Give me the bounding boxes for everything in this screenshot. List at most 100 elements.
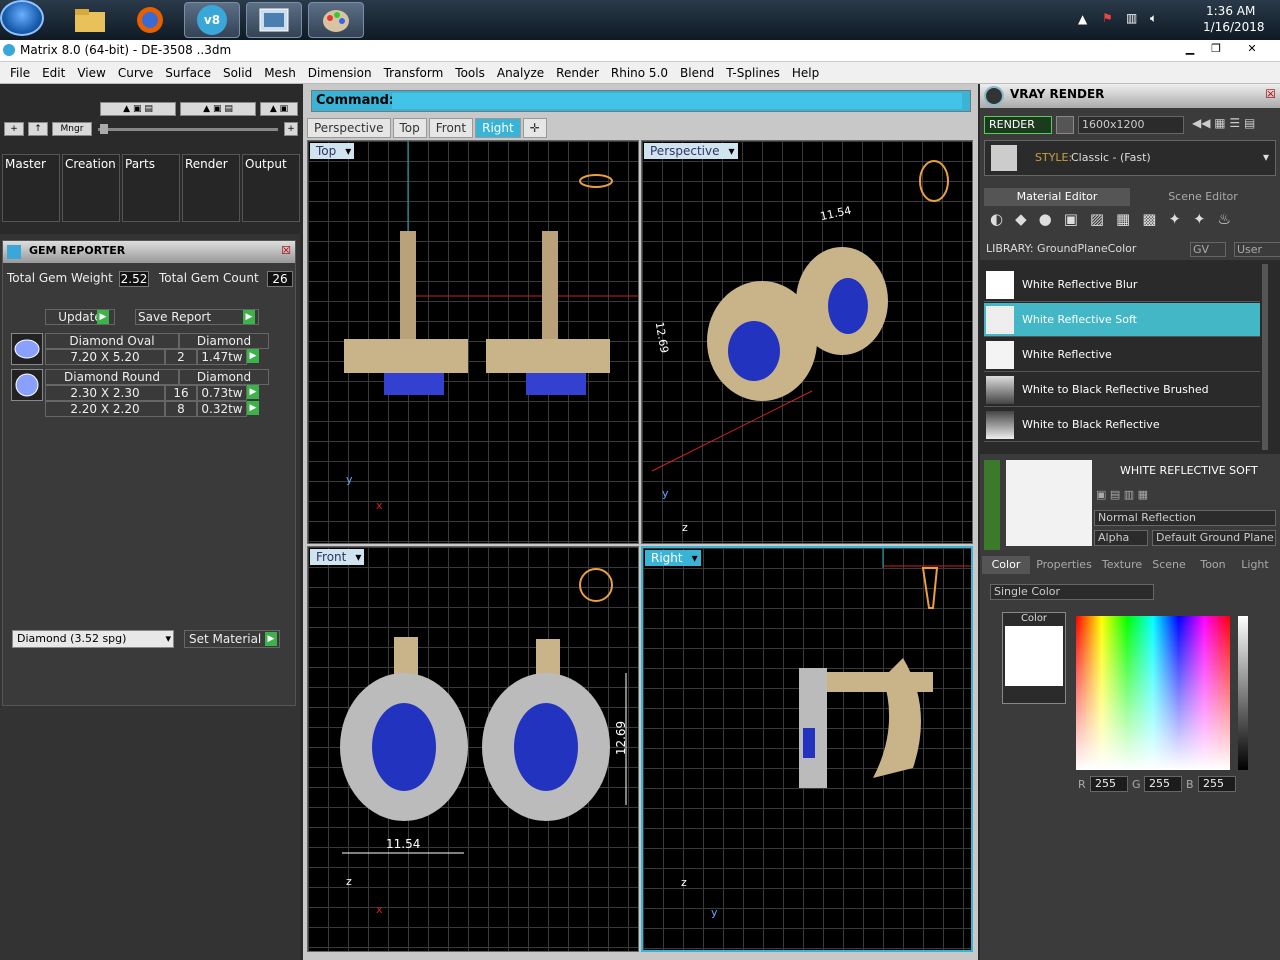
close-window-button[interactable]: ✕: [1240, 42, 1264, 56]
gem-material-select[interactable]: Diamond (3.52 spg) ▾: [12, 630, 174, 648]
color-mode-select[interactable]: Single Color: [990, 584, 1154, 600]
user-toggle[interactable]: User: [1234, 242, 1280, 257]
tab-color[interactable]: Color: [982, 556, 1030, 574]
tab-texture[interactable]: Texture: [1098, 556, 1146, 574]
menu-render[interactable]: Render: [550, 66, 605, 80]
r-value-input[interactable]: 255: [1090, 776, 1128, 792]
menu-solid[interactable]: Solid: [217, 66, 258, 80]
start-button[interactable]: [0, 0, 44, 36]
viewport-perspective[interactable]: Perspective 11.54 12.69 y z: [641, 140, 973, 544]
restore-button[interactable]: ❐: [1204, 42, 1228, 56]
play-icon[interactable]: ▶: [243, 310, 255, 324]
play-icon[interactable]: ▶: [265, 632, 277, 646]
flag-icon[interactable]: ⚑: [1102, 11, 1113, 25]
play-icon[interactable]: ▶: [97, 310, 109, 324]
play-icon[interactable]: ▶: [247, 349, 259, 363]
network-icon[interactable]: ▥: [1126, 11, 1137, 25]
minimize-button[interactable]: ▁: [1178, 42, 1202, 56]
tray-expand-icon[interactable]: ▲: [1078, 12, 1087, 26]
menu-transform[interactable]: Transform: [378, 66, 450, 80]
menu-mesh[interactable]: Mesh: [258, 66, 302, 80]
material-action-icons[interactable]: ▣ ▤ ▥ ▦: [1096, 488, 1276, 504]
tab-scene-editor[interactable]: Scene Editor: [1130, 188, 1276, 206]
material-item-selected[interactable]: White Reflective Soft: [984, 303, 1260, 337]
viewport-front[interactable]: Front 11.54 12.69 z x: [307, 546, 639, 952]
close-icon[interactable]: ☒: [281, 241, 291, 261]
menu-tsplines[interactable]: T-Splines: [720, 66, 786, 80]
menu-curve[interactable]: Curve: [112, 66, 159, 80]
menu-rhino[interactable]: Rhino 5.0: [605, 66, 674, 80]
photo-viewer-icon[interactable]: [246, 2, 302, 38]
command-input[interactable]: [392, 93, 962, 109]
g-value-input[interactable]: 255: [1144, 776, 1182, 792]
manager-button[interactable]: Mngr: [52, 122, 92, 136]
tab-right[interactable]: Right: [475, 118, 521, 138]
add-tab-button[interactable]: ✛: [522, 118, 547, 138]
add-small-icon[interactable]: +: [284, 122, 298, 136]
play-icon[interactable]: ▶: [247, 401, 259, 415]
tool-row-1[interactable]: ▲ ▣ ▤: [100, 102, 176, 116]
material-item[interactable]: White to Black Reflective Brushed: [984, 373, 1260, 407]
menu-surface[interactable]: Surface: [159, 66, 217, 80]
gem-detail-row[interactable]: 7.20 X 5.20 2 1.47tw ▶: [45, 349, 303, 365]
render-mode-icon[interactable]: [1056, 116, 1074, 134]
tool-row-3[interactable]: ▲ ▣: [260, 102, 298, 116]
color-picker-field[interactable]: [1076, 616, 1230, 770]
volume-icon[interactable]: 🔈︎: [1150, 11, 1157, 26]
save-report-button[interactable]: Save Report: [135, 309, 259, 325]
category-render[interactable]: Render: [182, 154, 240, 222]
material-item[interactable]: White Reflective: [984, 338, 1260, 372]
menu-tools[interactable]: Tools: [449, 66, 491, 80]
add-icon[interactable]: +: [4, 122, 24, 136]
category-parts[interactable]: Parts: [122, 154, 180, 222]
material-list-scrollbar[interactable]: [1262, 264, 1268, 450]
style-select[interactable]: STYLE: Classic - (Fast) ▾: [984, 140, 1276, 176]
tool-row-2[interactable]: ▲ ▣ ▤: [180, 102, 256, 116]
menu-view[interactable]: View: [71, 66, 111, 80]
paint-icon[interactable]: [308, 2, 364, 38]
menu-file[interactable]: File: [4, 66, 36, 80]
command-line[interactable]: Command:: [311, 90, 971, 112]
tab-properties[interactable]: Properties: [1030, 556, 1098, 574]
menu-analyze[interactable]: Analyze: [491, 66, 550, 80]
close-icon[interactable]: ☒: [1265, 84, 1276, 104]
tab-scene[interactable]: Scene: [1146, 556, 1192, 574]
material-item[interactable]: White Reflective Blur: [984, 268, 1260, 302]
tab-front[interactable]: Front: [428, 118, 474, 138]
material-item[interactable]: White to Black Reflective: [984, 408, 1260, 442]
category-output[interactable]: Output: [242, 154, 300, 222]
clock-time[interactable]: 1:36 AM: [1206, 4, 1255, 18]
up-arrow-icon[interactable]: ↑: [28, 122, 48, 136]
slider-track[interactable]: [98, 128, 278, 131]
resolution-select[interactable]: 1600x1200: [1078, 116, 1184, 134]
b-value-input[interactable]: 255: [1198, 776, 1236, 792]
matrix-v8-icon[interactable]: v8: [184, 2, 240, 38]
render-toolbar-icons[interactable]: ◀◀ ▦ ☰ ▤: [1192, 116, 1276, 134]
viewport-top[interactable]: Top y x: [307, 140, 639, 544]
tab-light[interactable]: Light: [1234, 556, 1276, 574]
viewport-right[interactable]: Right z y: [641, 546, 973, 952]
tab-toon[interactable]: Toon: [1192, 556, 1234, 574]
alpha-toggle[interactable]: Alpha: [1094, 530, 1148, 546]
play-icon[interactable]: ▶: [247, 385, 259, 399]
menu-dimension[interactable]: Dimension: [302, 66, 378, 80]
clock-date[interactable]: 1/16/2018: [1203, 20, 1265, 34]
render-button[interactable]: RENDER: [984, 116, 1052, 134]
color-swatch[interactable]: [1005, 626, 1063, 686]
tab-material-editor[interactable]: Material Editor: [984, 188, 1130, 206]
file-explorer-icon[interactable]: [62, 2, 118, 38]
material-category-icons[interactable]: ◐◆●▣▨▦▩✦✦♨: [984, 210, 1276, 234]
tab-perspective[interactable]: Perspective: [307, 118, 391, 138]
ground-plane-select[interactable]: Default Ground Plane: [1152, 530, 1276, 546]
gv-toggle[interactable]: GV: [1190, 242, 1227, 257]
menu-blend[interactable]: Blend: [674, 66, 720, 80]
firefox-icon[interactable]: [122, 2, 178, 38]
menu-help[interactable]: Help: [786, 66, 825, 80]
reflection-select[interactable]: Normal Reflection: [1094, 510, 1276, 526]
slider-handle[interactable]: [100, 124, 108, 134]
tab-top[interactable]: Top: [392, 118, 427, 138]
category-creation[interactable]: Creation: [62, 154, 120, 222]
category-master[interactable]: Master: [2, 154, 60, 222]
menu-edit[interactable]: Edit: [36, 66, 71, 80]
gem-detail-row[interactable]: 2.30 X 2.30 16 0.73tw ▶: [45, 385, 303, 401]
